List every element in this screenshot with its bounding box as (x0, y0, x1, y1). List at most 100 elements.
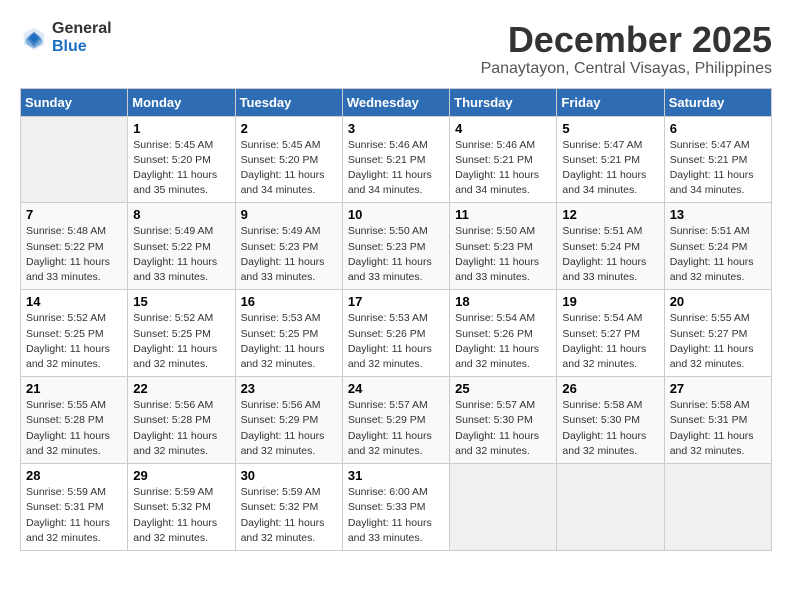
calendar-week-row: 28Sunrise: 5:59 AMSunset: 5:31 PMDayligh… (21, 464, 772, 551)
weekday-header-tuesday: Tuesday (235, 88, 342, 116)
day-number: 2 (241, 121, 337, 136)
location-title: Panaytayon, Central Visayas, Philippines (481, 60, 772, 78)
day-info: Sunrise: 5:57 AMSunset: 5:29 PMDaylight:… (348, 398, 444, 459)
page-header: General Blue December 2025 Panaytayon, C… (20, 20, 772, 78)
calendar-week-row: 14 Sunrise: 5:52 AMSunset: 5:25 PMDayligh… (21, 290, 772, 377)
calendar-cell: 16 Sunrise: 5:53 AMSunset: 5:25 PMDayligh… (235, 290, 342, 377)
day-number: 18 (455, 294, 551, 309)
calendar-cell: 17 Sunrise: 5:53 AMSunset: 5:26 PMDayligh… (342, 290, 449, 377)
weekday-header-row: SundayMondayTuesdayWednesdayThursdayFrid… (21, 88, 772, 116)
calendar-cell: 7Sunrise: 5:48 AMSunset: 5:22 PMDaylight… (21, 203, 128, 290)
day-info: Sunrise: 5:59 AMSunset: 5:32 PMDaylight:… (241, 485, 337, 546)
calendar-cell: 5 Sunrise: 5:47 AMSunset: 5:21 PMDaylight… (557, 116, 664, 203)
day-info: Sunrise: 5:45 AMSunset: 5:20 PMDaylight:… (241, 138, 337, 199)
day-info: Sunrise: 5:55 AMSunset: 5:27 PMDaylight:… (670, 311, 766, 372)
day-number: 3 (348, 121, 444, 136)
day-info: Sunrise: 5:49 AMSunset: 5:22 PMDaylight:… (133, 224, 229, 285)
calendar-cell: 9 Sunrise: 5:49 AMSunset: 5:23 PMDaylight… (235, 203, 342, 290)
day-info: Sunrise: 5:54 AMSunset: 5:27 PMDaylight:… (562, 311, 658, 372)
day-number: 28 (26, 468, 122, 483)
logo-general-text: General (52, 20, 112, 38)
day-number: 8 (133, 207, 229, 222)
day-info: Sunrise: 5:47 AMSunset: 5:21 PMDaylight:… (670, 138, 766, 199)
calendar-cell (450, 464, 557, 551)
calendar-cell (557, 464, 664, 551)
day-info: Sunrise: 5:47 AMSunset: 5:21 PMDaylight:… (562, 138, 658, 199)
day-info: Sunrise: 5:59 AMSunset: 5:32 PMDaylight:… (133, 485, 229, 546)
calendar-table: SundayMondayTuesdayWednesdayThursdayFrid… (20, 88, 772, 551)
calendar-cell: 20 Sunrise: 5:55 AMSunset: 5:27 PMDayligh… (664, 290, 771, 377)
calendar-cell: 30Sunrise: 5:59 AMSunset: 5:32 PMDayligh… (235, 464, 342, 551)
day-number: 6 (670, 121, 766, 136)
day-number: 9 (241, 207, 337, 222)
day-number: 10 (348, 207, 444, 222)
weekday-header-friday: Friday (557, 88, 664, 116)
day-info: Sunrise: 5:53 AMSunset: 5:25 PMDaylight:… (241, 311, 337, 372)
day-number: 22 (133, 381, 229, 396)
day-info: Sunrise: 5:51 AMSunset: 5:24 PMDaylight:… (670, 224, 766, 285)
month-title: December 2025 (481, 20, 772, 60)
logo-blue-text: Blue (52, 38, 112, 56)
calendar-cell: 2 Sunrise: 5:45 AMSunset: 5:20 PMDaylight… (235, 116, 342, 203)
calendar-week-row: 1Sunrise: 5:45 AMSunset: 5:20 PMDaylight… (21, 116, 772, 203)
calendar-cell: 18 Sunrise: 5:54 AMSunset: 5:26 PMDayligh… (450, 290, 557, 377)
day-info: Sunrise: 6:00 AMSunset: 5:33 PMDaylight:… (348, 485, 444, 546)
day-number: 20 (670, 294, 766, 309)
day-info: Sunrise: 5:56 AMSunset: 5:28 PMDaylight:… (133, 398, 229, 459)
weekday-header-sunday: Sunday (21, 88, 128, 116)
day-number: 26 (562, 381, 658, 396)
calendar-cell: 14Sunrise: 5:52 AMSunset: 5:25 PMDayligh… (21, 290, 128, 377)
calendar-cell: 26 Sunrise: 5:58 AMSunset: 5:30 PMDayligh… (557, 377, 664, 464)
day-info: Sunrise: 5:51 AMSunset: 5:24 PMDaylight:… (562, 224, 658, 285)
day-info: Sunrise: 5:58 AMSunset: 5:31 PMDaylight:… (670, 398, 766, 459)
day-info: Sunrise: 5:57 AMSunset: 5:30 PMDaylight:… (455, 398, 551, 459)
day-number: 24 (348, 381, 444, 396)
day-number: 16 (241, 294, 337, 309)
day-info: Sunrise: 5:46 AMSunset: 5:21 PMDaylight:… (455, 138, 551, 199)
day-number: 12 (562, 207, 658, 222)
day-number: 17 (348, 294, 444, 309)
calendar-cell: 28Sunrise: 5:59 AMSunset: 5:31 PMDayligh… (21, 464, 128, 551)
calendar-cell: 29Sunrise: 5:59 AMSunset: 5:32 PMDayligh… (128, 464, 235, 551)
calendar-cell (664, 464, 771, 551)
calendar-cell (21, 116, 128, 203)
day-number: 19 (562, 294, 658, 309)
day-info: Sunrise: 5:48 AMSunset: 5:22 PMDaylight:… (26, 224, 122, 285)
calendar-cell: 8 Sunrise: 5:49 AMSunset: 5:22 PMDaylight… (128, 203, 235, 290)
calendar-cell: 1Sunrise: 5:45 AMSunset: 5:20 PMDaylight… (128, 116, 235, 203)
day-number: 5 (562, 121, 658, 136)
logo-text: General Blue (52, 20, 112, 55)
day-info: Sunrise: 5:58 AMSunset: 5:30 PMDaylight:… (562, 398, 658, 459)
day-number: 31 (348, 468, 444, 483)
day-info: Sunrise: 5:49 AMSunset: 5:23 PMDaylight:… (241, 224, 337, 285)
day-info: Sunrise: 5:55 AMSunset: 5:28 PMDaylight:… (26, 398, 122, 459)
calendar-cell: 27 Sunrise: 5:58 AMSunset: 5:31 PMDayligh… (664, 377, 771, 464)
day-info: Sunrise: 5:45 AMSunset: 5:20 PMDaylight:… (133, 138, 229, 199)
day-info: Sunrise: 5:54 AMSunset: 5:26 PMDaylight:… (455, 311, 551, 372)
day-info: Sunrise: 5:46 AMSunset: 5:21 PMDaylight:… (348, 138, 444, 199)
calendar-cell: 6 Sunrise: 5:47 AMSunset: 5:21 PMDaylight… (664, 116, 771, 203)
weekday-header-saturday: Saturday (664, 88, 771, 116)
logo-icon (20, 24, 48, 52)
calendar-cell: 4Sunrise: 5:46 AMSunset: 5:21 PMDaylight… (450, 116, 557, 203)
day-number: 14 (26, 294, 122, 309)
calendar-title-section: December 2025 Panaytayon, Central Visaya… (481, 20, 772, 78)
day-info: Sunrise: 5:52 AMSunset: 5:25 PMDaylight:… (133, 311, 229, 372)
calendar-cell: 21 Sunrise: 5:55 AMSunset: 5:28 PMDayligh… (21, 377, 128, 464)
calendar-cell: 13 Sunrise: 5:51 AMSunset: 5:24 PMDayligh… (664, 203, 771, 290)
weekday-header-monday: Monday (128, 88, 235, 116)
calendar-cell: 10 Sunrise: 5:50 AMSunset: 5:23 PMDayligh… (342, 203, 449, 290)
day-number: 25 (455, 381, 551, 396)
day-number: 27 (670, 381, 766, 396)
day-number: 23 (241, 381, 337, 396)
logo: General Blue (20, 20, 112, 55)
calendar-cell: 12 Sunrise: 5:51 AMSunset: 5:24 PMDayligh… (557, 203, 664, 290)
calendar-cell: 3 Sunrise: 5:46 AMSunset: 5:21 PMDaylight… (342, 116, 449, 203)
calendar-cell: 25 Sunrise: 5:57 AMSunset: 5:30 PMDayligh… (450, 377, 557, 464)
day-info: Sunrise: 5:56 AMSunset: 5:29 PMDaylight:… (241, 398, 337, 459)
day-info: Sunrise: 5:50 AMSunset: 5:23 PMDaylight:… (348, 224, 444, 285)
day-number: 13 (670, 207, 766, 222)
day-info: Sunrise: 5:53 AMSunset: 5:26 PMDaylight:… (348, 311, 444, 372)
day-number: 21 (26, 381, 122, 396)
calendar-week-row: 21 Sunrise: 5:55 AMSunset: 5:28 PMDayligh… (21, 377, 772, 464)
